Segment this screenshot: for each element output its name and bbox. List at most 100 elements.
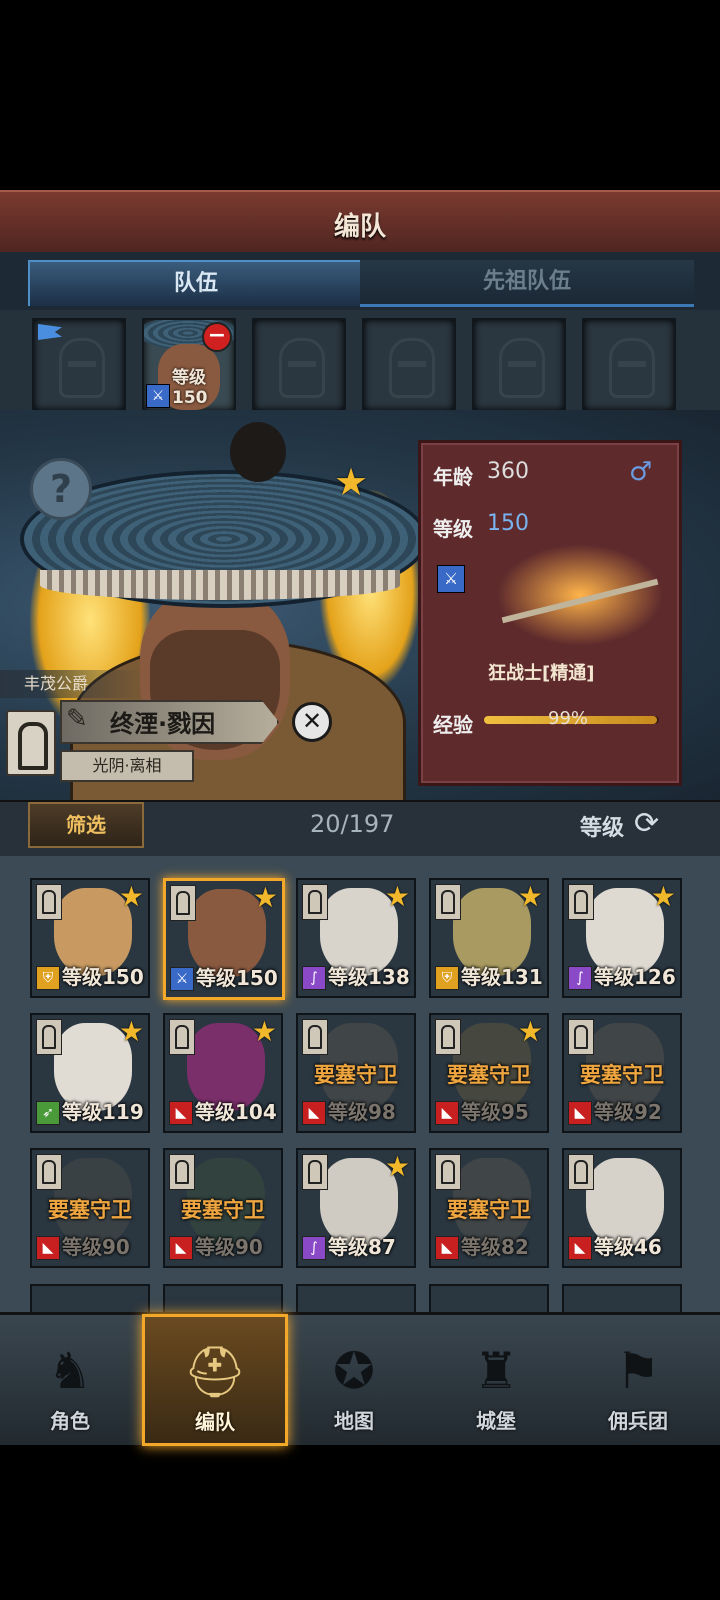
- page-title: 编队: [333, 212, 386, 242]
- hero-level: 等级92: [594, 1100, 662, 1124]
- locked-status-label: 要塞守卫: [447, 1198, 531, 1222]
- hero-noble-title: 丰茂公爵: [0, 670, 144, 698]
- tab-team[interactable]: 队伍: [28, 260, 364, 306]
- family-crest-icon: [435, 1019, 461, 1055]
- tab-ancestor-team[interactable]: 先祖队伍: [360, 260, 694, 307]
- hero-card[interactable]: ◣ 等级90 要塞守卫: [30, 1148, 150, 1268]
- age-label: 年龄: [433, 465, 473, 489]
- family-crest-icon: [568, 884, 594, 920]
- hero-card[interactable]: ★ ◣ 等级104: [163, 1013, 283, 1133]
- team-slot-6[interactable]: [582, 318, 676, 412]
- locked-status-label: 要塞守卫: [181, 1198, 265, 1222]
- hero-level: 等级150: [62, 965, 144, 989]
- hero-card[interactable]: ★ ⛨ 等级150: [30, 878, 150, 998]
- hero-card[interactable]: ★ ∫ 等级87: [296, 1148, 416, 1268]
- beast-class-icon: ◣: [435, 1236, 459, 1260]
- empty-helmet-icon: [499, 338, 545, 398]
- team-slot-4[interactable]: [362, 318, 456, 412]
- hero-level: 等级87: [328, 1235, 396, 1259]
- hero-card[interactable]: [30, 1284, 150, 1312]
- star-icon: ★: [384, 880, 410, 913]
- beast-class-icon: ◣: [435, 1101, 459, 1125]
- hero-level: 等级138: [328, 965, 410, 989]
- hero-portrait-hat-fringe: [40, 570, 400, 600]
- hero-level: 等级90: [62, 1235, 130, 1259]
- edit-name-icon[interactable]: ✎: [66, 704, 96, 734]
- sort-label[interactable]: 等级: [580, 810, 624, 842]
- nav-castle[interactable]: ♜ 城堡: [426, 1316, 566, 1442]
- beast-class-icon: ◣: [568, 1236, 592, 1260]
- family-crest-icon: [36, 1154, 62, 1190]
- locked-status-label: 要塞守卫: [580, 1063, 664, 1087]
- sword-class-icon: ⚔: [146, 384, 170, 408]
- beast-class-icon: ◣: [36, 1236, 60, 1260]
- hero-level: 等级90: [195, 1235, 263, 1259]
- hero-card[interactable]: ◣ 等级82 要塞守卫: [429, 1148, 549, 1268]
- hero-level: 等级104: [195, 1100, 277, 1124]
- star-icon: ★: [384, 1150, 410, 1183]
- star-icon: ★: [517, 880, 543, 913]
- exp-percent: 99%: [548, 708, 589, 729]
- hero-level: 等级150: [196, 966, 278, 990]
- family-crest-icon: [568, 1019, 594, 1055]
- help-icon[interactable]: ?: [30, 458, 92, 520]
- team-slot-2[interactable]: − ⚔ 等级150: [142, 318, 236, 412]
- star-icon: ★: [252, 881, 278, 914]
- star-icon: ★: [334, 460, 369, 504]
- hero-level: 等级95: [461, 1100, 529, 1124]
- hero-card[interactable]: ★ ⚔ 等级150: [163, 878, 285, 1000]
- family-crest-icon: [169, 1154, 195, 1190]
- hero-card[interactable]: ◣ 等级98 要塞守卫: [296, 1013, 416, 1133]
- nav-helmet[interactable]: ⛑ 编队: [142, 1314, 288, 1446]
- hero-card[interactable]: ★ ◣ 等级95 要塞守卫: [429, 1013, 549, 1133]
- close-icon[interactable]: ✕: [292, 702, 332, 742]
- nav-label: 编队: [195, 1410, 235, 1434]
- team-slot-3[interactable]: [252, 318, 346, 412]
- hero-card[interactable]: ★ ∫ 等级126: [562, 878, 682, 998]
- family-crest-icon: [36, 884, 62, 920]
- minus-circle-icon[interactable]: −: [202, 322, 232, 352]
- nav-knight[interactable]: ♞ 角色: [0, 1316, 140, 1442]
- male-icon: ♂: [629, 457, 653, 487]
- refresh-sort-icon[interactable]: ⟳: [634, 806, 659, 841]
- sword-class-icon: ⚔: [170, 967, 194, 991]
- family-crest-icon: [36, 1019, 62, 1055]
- locked-status-label: 要塞守卫: [48, 1198, 132, 1222]
- helmet-icon: ⛑: [183, 1343, 247, 1401]
- hero-card[interactable]: ◣ 等级90 要塞守卫: [163, 1148, 283, 1268]
- nav-mercenary-banner[interactable]: ⚑ 佣兵团: [568, 1316, 708, 1442]
- locked-status-label: 要塞守卫: [447, 1063, 531, 1087]
- hero-card[interactable]: [296, 1284, 416, 1312]
- hero-roster-grid: ★ ⛨ 等级150 ★ ⚔ 等级150 ★ ∫ 等级138 ★ ⛨ 等级131 ★ ∫ 等级126 ★ ➶ 等级1…: [0, 856, 720, 1312]
- locked-status-label: 要塞守卫: [314, 1063, 398, 1087]
- hero-card[interactable]: [562, 1284, 682, 1312]
- hero-card[interactable]: ◣ 等级46: [562, 1148, 682, 1268]
- beast-class-icon: ◣: [568, 1101, 592, 1125]
- compass-map-icon: ✪: [333, 1342, 375, 1400]
- hero-portrait-hair: [230, 422, 286, 482]
- class-figure-art: [490, 540, 670, 650]
- team-slot-row: − ⚔ 等级150: [0, 310, 720, 412]
- hero-card[interactable]: ★ ➶ 等级119: [30, 1013, 150, 1133]
- hero-card[interactable]: ◣ 等级92 要塞守卫: [562, 1013, 682, 1133]
- slot-level: 等级150: [172, 368, 208, 408]
- class-name: 狂战士[精通]: [488, 663, 595, 684]
- family-crest-icon: [169, 1019, 195, 1055]
- team-slot-5[interactable]: [472, 318, 566, 412]
- nav-label: 佣兵团: [608, 1409, 668, 1433]
- star-icon: ★: [118, 1015, 144, 1048]
- hero-card[interactable]: [163, 1284, 283, 1312]
- mercenary-banner-icon: ⚑: [615, 1342, 661, 1400]
- hero-card[interactable]: [429, 1284, 549, 1312]
- family-crest-icon: [302, 1154, 328, 1190]
- filter-button[interactable]: 筛选: [28, 802, 144, 848]
- family-crest-icon[interactable]: [6, 710, 56, 776]
- staff-class-icon: ∫: [302, 1236, 326, 1260]
- nav-compass-map[interactable]: ✪ 地图: [284, 1316, 424, 1442]
- hero-card[interactable]: ★ ⛨ 等级131: [429, 878, 549, 998]
- hero-level: 等级119: [62, 1100, 144, 1124]
- team-tabs: 队伍 先祖队伍: [0, 252, 720, 310]
- team-slot-1[interactable]: [32, 318, 126, 412]
- family-crest-icon: [568, 1154, 594, 1190]
- hero-card[interactable]: ★ ∫ 等级138: [296, 878, 416, 998]
